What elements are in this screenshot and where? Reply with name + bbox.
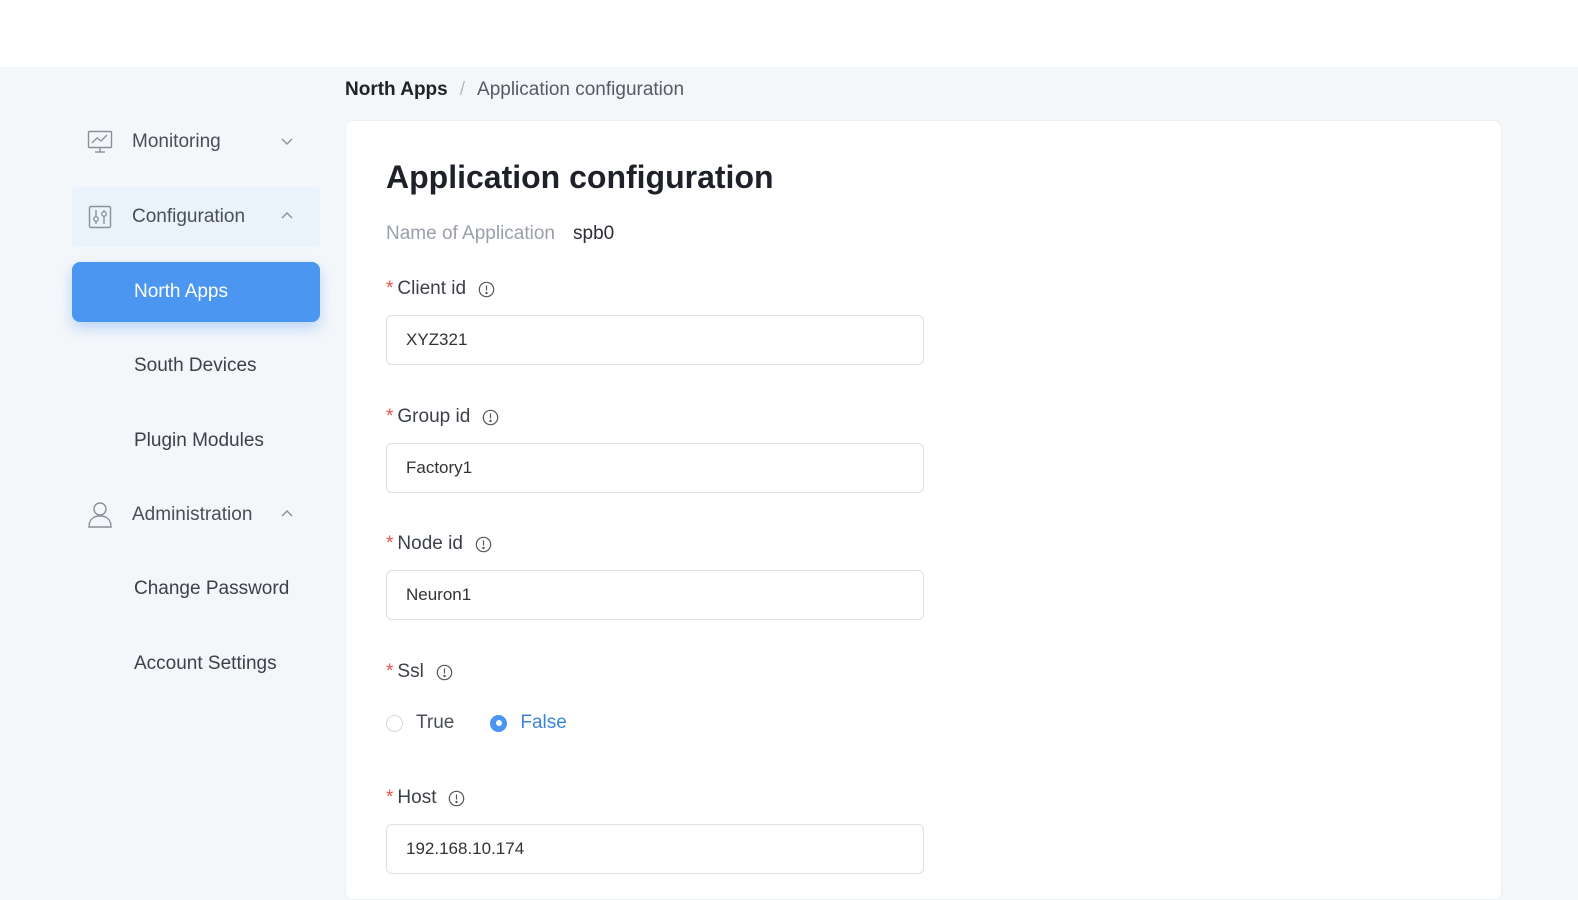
breadcrumb-current: Application configuration xyxy=(477,79,685,100)
sidebar-item-north-apps[interactable]: North Apps xyxy=(72,262,320,322)
application-name-value: spb0 xyxy=(573,223,615,244)
host-input[interactable]: 192.168.10.174 xyxy=(386,824,924,874)
radio-label: False xyxy=(520,712,567,733)
info-icon[interactable] xyxy=(478,281,495,298)
sidebar-item-label: South Devices xyxy=(134,355,257,376)
top-header xyxy=(0,0,1578,67)
sidebar: Monitoring Configuration North Apps Sout… xyxy=(0,67,335,874)
monitor-chart-icon xyxy=(86,128,114,156)
input-value: 192.168.10.174 xyxy=(406,839,525,858)
required-mark: * xyxy=(386,406,394,427)
input-value: Factory1 xyxy=(406,458,473,477)
field-label-text: Client id xyxy=(397,278,467,299)
application-name-label: Name of Application xyxy=(386,223,555,244)
input-value: Neuron1 xyxy=(406,585,472,604)
node-id-input[interactable]: Neuron1 xyxy=(386,570,924,620)
sliders-icon xyxy=(86,203,114,231)
sidebar-group-label: Monitoring xyxy=(132,131,221,152)
chevron-up-icon xyxy=(278,207,296,225)
breadcrumb: North Apps / Application configuration xyxy=(345,78,684,102)
radio-circle[interactable] xyxy=(490,714,508,732)
sidebar-item-label: North Apps xyxy=(134,281,228,302)
sidebar-item-account-settings[interactable]: Account Settings xyxy=(72,634,320,694)
user-icon xyxy=(86,501,114,529)
client-id-input[interactable]: XYZ321 xyxy=(386,315,924,365)
group-id-label: * Group id xyxy=(386,406,499,428)
sidebar-item-label: Change Password xyxy=(134,578,290,599)
host-label: * Host xyxy=(386,787,465,809)
sidebar-group-configuration[interactable]: Configuration xyxy=(72,187,320,247)
required-mark: * xyxy=(386,787,394,808)
breadcrumb-separator: / xyxy=(459,79,466,100)
ssl-radio-group: True False xyxy=(386,711,603,735)
sidebar-group-administration[interactable]: Administration xyxy=(72,485,320,545)
sidebar-item-label: Account Settings xyxy=(134,653,277,674)
info-icon[interactable] xyxy=(482,409,499,426)
sidebar-item-plugin-modules[interactable]: Plugin Modules xyxy=(72,411,320,471)
chevron-up-icon xyxy=(278,505,296,523)
sidebar-group-label: Configuration xyxy=(132,206,246,227)
required-mark: * xyxy=(386,533,394,554)
info-icon[interactable] xyxy=(436,664,453,681)
sidebar-item-south-devices[interactable]: South Devices xyxy=(72,336,320,396)
input-value: XYZ321 xyxy=(406,330,468,349)
required-mark: * xyxy=(386,661,394,682)
info-icon[interactable] xyxy=(475,536,492,553)
field-label-text: Host xyxy=(397,787,437,808)
breadcrumb-link-north-apps[interactable]: North Apps xyxy=(345,79,448,101)
client-id-label: * Client id xyxy=(386,278,495,300)
node-id-label: * Node id xyxy=(386,533,492,555)
required-mark: * xyxy=(386,278,394,299)
chevron-down-icon xyxy=(278,132,296,150)
info-icon[interactable] xyxy=(448,790,465,807)
application-name-row: Name of Application spb0 xyxy=(386,223,614,245)
ssl-radio-true[interactable]: True xyxy=(386,712,454,734)
field-label-text: Ssl xyxy=(397,661,424,682)
sidebar-group-monitoring[interactable]: Monitoring xyxy=(72,112,320,172)
ssl-label: * Ssl xyxy=(386,661,453,683)
group-id-input[interactable]: Factory1 xyxy=(386,443,924,493)
radio-circle[interactable] xyxy=(386,714,403,732)
sidebar-item-change-password[interactable]: Change Password xyxy=(72,559,320,619)
field-label-text: Group id xyxy=(397,406,471,427)
sidebar-group-label: Administration xyxy=(132,504,253,525)
page-title: Application configuration xyxy=(386,159,774,195)
sidebar-item-label: Plugin Modules xyxy=(134,430,264,451)
radio-label: True xyxy=(416,712,455,733)
ssl-radio-false[interactable]: False xyxy=(490,712,567,734)
config-card: Application configuration Name of Applic… xyxy=(345,120,1502,900)
field-label-text: Node id xyxy=(397,533,463,554)
